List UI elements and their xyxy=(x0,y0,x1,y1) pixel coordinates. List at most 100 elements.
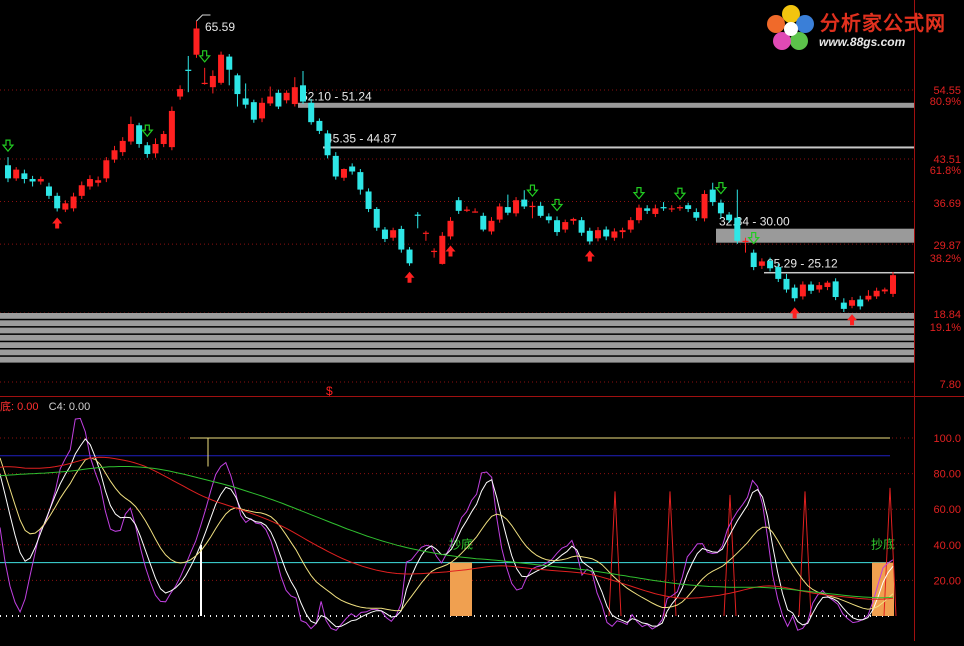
candle-body xyxy=(160,134,167,145)
candle-body xyxy=(881,289,888,292)
signal-arrows xyxy=(1,50,858,326)
candle-body xyxy=(595,230,601,239)
indicator-spike xyxy=(798,491,812,617)
candle-body xyxy=(283,92,290,101)
candle-body xyxy=(365,191,372,209)
candle-body xyxy=(308,102,315,123)
candle-body xyxy=(5,165,11,179)
candle-body xyxy=(849,300,856,306)
candle-body xyxy=(578,220,585,233)
candle-body xyxy=(332,155,339,177)
indicator-axis-label: 100.0 xyxy=(933,433,961,445)
candle-body xyxy=(529,205,536,208)
buy-arrow-icon xyxy=(584,250,595,262)
candle-body xyxy=(570,218,577,221)
sell-arrow-icon xyxy=(673,187,687,201)
candle-body xyxy=(463,209,470,211)
price-axis-labels: 54.5580.9%43.5161.8%36.6929.8738.2%18.84… xyxy=(930,85,961,391)
candle-body xyxy=(259,102,266,119)
candle-body xyxy=(693,212,700,218)
candle-body xyxy=(808,284,815,291)
candle-body xyxy=(144,145,151,155)
indicator-line xyxy=(0,456,894,600)
candle-body xyxy=(340,168,347,178)
candle-body xyxy=(742,240,749,243)
price-axis-label: 7.80 xyxy=(940,379,961,391)
bottom-signal-label: 抄底 xyxy=(449,537,473,552)
legend-value-bottom: 0.00 xyxy=(17,401,39,413)
indicator-line xyxy=(0,417,894,631)
candle-body xyxy=(635,207,642,221)
candle-body xyxy=(447,220,454,237)
price-axis-label: 18.84 xyxy=(933,309,961,321)
candle-body xyxy=(488,220,495,232)
candle-body xyxy=(865,295,872,300)
candle-body xyxy=(103,160,110,179)
candle-body xyxy=(504,207,511,213)
candle-body xyxy=(619,230,626,233)
candle-body xyxy=(127,124,134,142)
bottom-marker: $ xyxy=(326,384,333,398)
candle-body xyxy=(193,28,200,55)
price-axis-label: 29.87 xyxy=(933,240,961,252)
zone-bar xyxy=(298,102,914,108)
flower-logo-icon xyxy=(767,5,814,50)
indicator-axis-label: 80.00 xyxy=(933,469,961,481)
candle-body xyxy=(37,178,44,182)
support-band-stripe xyxy=(0,313,914,319)
candle-body xyxy=(209,75,216,88)
candle-body xyxy=(840,302,847,309)
legend-label-c4: C4: xyxy=(48,401,69,413)
candle-body xyxy=(750,252,757,268)
candle-body xyxy=(168,110,175,148)
candle-body xyxy=(824,282,831,288)
candle-body xyxy=(791,287,798,299)
indicator-spikes xyxy=(608,487,897,617)
chart-canvas[interactable]: 54.5580.9%43.5161.8%36.6929.8738.2%18.84… xyxy=(0,0,964,641)
candle-body xyxy=(119,140,126,153)
candle-body xyxy=(78,185,85,196)
candle-body xyxy=(234,75,241,95)
indicator-axis-label: 60.00 xyxy=(933,504,961,516)
price-axis-label: 61.8% xyxy=(930,165,961,177)
price-axis-label: 38.2% xyxy=(930,253,961,265)
candle-body xyxy=(545,216,552,221)
candle-body xyxy=(291,87,298,105)
sell-arrow-icon xyxy=(198,50,211,63)
candle-body xyxy=(734,217,741,241)
candle-body xyxy=(62,203,69,210)
indicator-axis-label: 40.00 xyxy=(933,540,961,552)
peak-label: 65.59 xyxy=(205,20,235,34)
candle-body xyxy=(13,169,20,179)
candle-body xyxy=(398,228,405,250)
candle-body xyxy=(644,208,651,211)
candle-body xyxy=(586,230,593,242)
legend-label-bottom: 底: xyxy=(0,401,18,413)
price-axis-label: 80.9% xyxy=(930,96,961,108)
candle-body xyxy=(537,205,544,216)
price-axis-label: 19.1% xyxy=(930,322,961,334)
candle-body xyxy=(480,215,487,230)
sell-arrow-icon xyxy=(1,139,15,153)
candle-body xyxy=(201,82,208,85)
candle-body xyxy=(324,133,331,156)
candle-body xyxy=(685,205,692,209)
candle-body xyxy=(767,260,774,269)
candle-body xyxy=(783,278,790,290)
support-band-stripe xyxy=(0,342,914,348)
site-logo: 分析家公式网 www.88gs.com xyxy=(765,4,961,54)
candle-body xyxy=(431,250,438,253)
candle-body xyxy=(554,220,561,233)
candle-body xyxy=(242,98,249,105)
indicator-spike xyxy=(608,491,622,617)
candle-body xyxy=(873,290,880,297)
price-axis-label: 36.69 xyxy=(933,198,961,210)
candle-body xyxy=(472,211,479,213)
candle-body xyxy=(799,284,806,297)
support-band-stripe xyxy=(0,349,914,356)
candle-body xyxy=(136,125,143,145)
sell-arrow-icon xyxy=(714,181,728,195)
candle-body xyxy=(185,69,192,71)
candle-body xyxy=(652,208,659,214)
candle-body xyxy=(152,144,159,154)
